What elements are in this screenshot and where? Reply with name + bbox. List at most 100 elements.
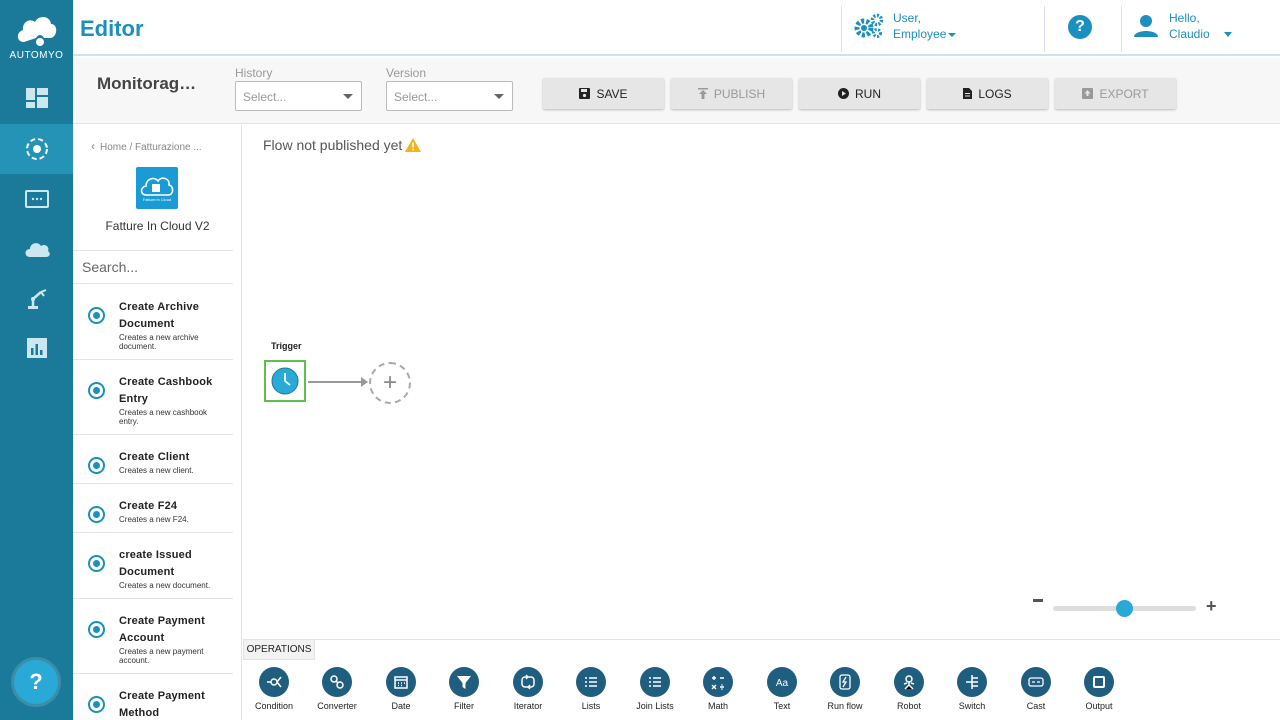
list-item[interactable]: Create Payment Account Creates a new paym…: [73, 599, 233, 674]
zoom-slider-thumb[interactable]: [1116, 600, 1133, 617]
operation-label: Filter: [454, 701, 474, 711]
operation-output[interactable]: Output: [1069, 667, 1129, 711]
radio-icon[interactable]: [88, 382, 105, 399]
math-icon: [703, 667, 733, 697]
user-label: User,: [893, 11, 922, 25]
action-title: Create Payment Account: [119, 615, 205, 644]
operation-text[interactable]: Aa Text: [752, 667, 812, 711]
left-nav: AUTOMYO ?: [0, 0, 73, 720]
nav-screens[interactable]: [0, 174, 73, 224]
operation-cast[interactable]: Cast: [1006, 667, 1066, 711]
flow-canvas[interactable]: Flow not published yet Trigger + +: [243, 125, 1280, 639]
robot-icon: [894, 667, 924, 697]
nav-flows[interactable]: [0, 124, 73, 174]
operation-robot[interactable]: Robot: [879, 667, 939, 711]
divider: [1121, 6, 1122, 52]
operation-run-flow[interactable]: Run flow: [815, 667, 875, 711]
text-icon: Aa: [767, 667, 797, 697]
lists-icon: [576, 667, 606, 697]
operation-label: Math: [707, 701, 728, 711]
flow-toolbar: Monitorag… History Select... Version Sel…: [73, 58, 1280, 124]
list-item[interactable]: Create Payment MethodCreates a new payme…: [73, 674, 233, 720]
add-node-button[interactable]: +: [369, 362, 411, 404]
output-icon: [1084, 667, 1114, 697]
publish-button[interactable]: PUBLISH: [671, 78, 792, 109]
nav-dashboard[interactable]: [0, 73, 73, 123]
operation-join-lists[interactable]: Join Lists: [625, 667, 685, 711]
trigger-node[interactable]: [264, 360, 306, 402]
tab-operations[interactable]: OPERATIONS: [243, 640, 315, 660]
zoom-slider[interactable]: [1053, 600, 1196, 617]
search-input[interactable]: Search...: [73, 250, 233, 284]
list-item[interactable]: create Issued Document Creates a new docu…: [73, 533, 233, 599]
chevron-left-icon: ‹: [91, 139, 95, 153]
nav-analytics[interactable]: [0, 323, 73, 373]
operation-iterator[interactable]: Iterator: [498, 667, 558, 711]
switch-icon: [957, 667, 987, 697]
run-button[interactable]: RUN: [799, 78, 920, 109]
cloud-logo-icon: [17, 16, 57, 46]
operation-condition[interactable]: Condition: [244, 667, 304, 711]
history-select-group: History Select...: [235, 66, 362, 111]
history-select[interactable]: Select...: [235, 81, 362, 111]
action-title: Create Client: [119, 451, 190, 463]
role-label: Employee: [893, 27, 947, 41]
list-item[interactable]: Create Cashbook Entry Creates a new cashb…: [73, 360, 233, 435]
clock-icon: [271, 367, 299, 395]
list-item[interactable]: Create Archive Document Creates a new arc…: [73, 285, 233, 360]
screen-icon: [24, 190, 49, 208]
version-select-group: Version Select...: [386, 66, 513, 111]
zoom-out-button[interactable]: [1033, 599, 1043, 602]
action-description: Creates a new payment account.: [119, 647, 204, 665]
operation-lists[interactable]: Lists: [561, 667, 621, 711]
automyo-logo[interactable]: AUTOMYO: [0, 0, 73, 70]
trigger-label: Trigger: [271, 341, 302, 351]
operation-converter[interactable]: Converter: [307, 667, 367, 711]
operation-math[interactable]: Math: [688, 667, 748, 711]
radio-icon[interactable]: [88, 555, 105, 572]
operation-switch[interactable]: Switch: [942, 667, 1002, 711]
warning-icon: [405, 138, 422, 152]
nav-cloud[interactable]: [0, 224, 73, 274]
dropdown-arrow-icon: [343, 94, 353, 99]
run-label: RUN: [855, 86, 881, 101]
radio-icon[interactable]: [88, 506, 105, 523]
user-menu[interactable]: Hello, Claudio: [1133, 10, 1232, 42]
action-description: Creates a new cashbook entry.: [119, 408, 208, 426]
save-button[interactable]: SAVE: [543, 78, 664, 109]
date-icon: [386, 667, 416, 697]
breadcrumb[interactable]: ‹ Home / Fatturazione ...: [91, 139, 202, 153]
play-circle-icon: [838, 88, 849, 99]
operation-label: Robot: [896, 701, 922, 711]
zoom-in-button[interactable]: +: [1206, 597, 1217, 615]
condition-icon: [259, 667, 289, 697]
version-select-value: Select...: [394, 90, 438, 104]
operation-label: Output: [1085, 701, 1113, 711]
radio-icon[interactable]: [88, 621, 105, 638]
export-button[interactable]: EXPORT: [1055, 78, 1176, 109]
action-description: Creates a new archive document.: [119, 333, 199, 351]
help-button[interactable]: ?: [14, 660, 58, 704]
operation-date[interactable]: Date: [371, 667, 431, 711]
actions-panel: ‹ Home / Fatturazione ... Fatture in Clou…: [73, 125, 242, 720]
logs-button[interactable]: LOGS: [927, 78, 1048, 109]
help-icon[interactable]: ?: [1068, 15, 1092, 39]
user-role-menu[interactable]: User, Employee: [853, 10, 957, 42]
filter-icon: [449, 667, 479, 697]
radio-icon[interactable]: [88, 457, 105, 474]
list-item[interactable]: Create Client Creates a new client.: [73, 435, 233, 484]
radio-icon[interactable]: [88, 696, 105, 713]
operation-label: Converter: [317, 701, 357, 711]
operation-label: Switch: [958, 701, 986, 711]
operation-label: Run flow: [827, 701, 863, 711]
radio-icon[interactable]: [88, 307, 105, 324]
app-name: Fatture In Cloud V2: [105, 219, 210, 233]
divider: [841, 6, 842, 52]
list-item[interactable]: Create F24 Creates a new F24.: [73, 484, 233, 533]
flow-name[interactable]: Monitorag…: [97, 74, 196, 94]
publish-status: Flow not published yet: [263, 137, 422, 153]
operation-filter[interactable]: Filter: [434, 667, 494, 711]
save-label: SAVE: [596, 86, 628, 101]
version-select[interactable]: Select...: [386, 81, 513, 111]
nav-robots[interactable]: [0, 274, 73, 324]
